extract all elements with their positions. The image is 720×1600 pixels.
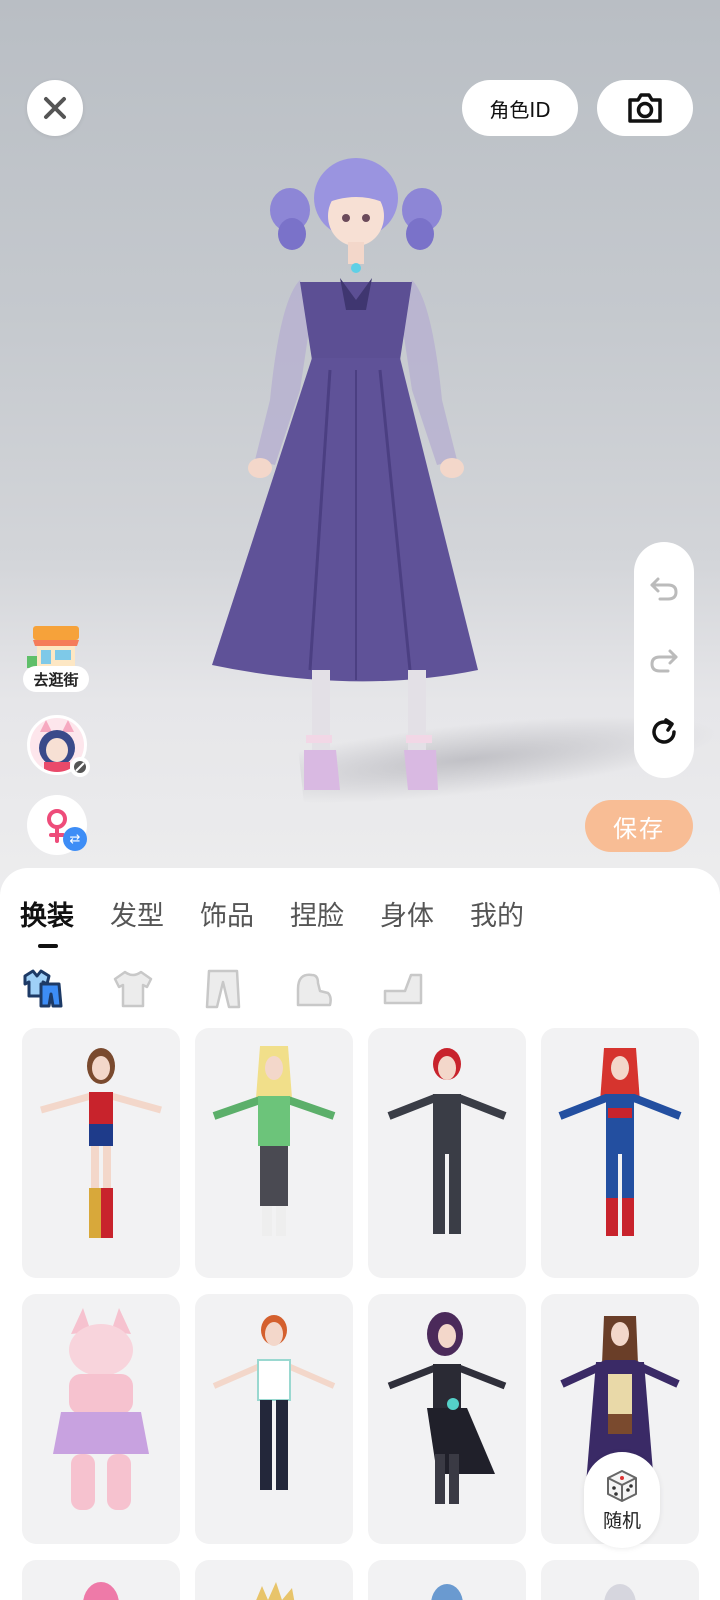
outfit-warrior-thumbnail (40, 1048, 162, 1238)
reset-icon (652, 718, 676, 744)
outfit-sport-thumbnail (212, 1315, 336, 1490)
category-tops[interactable] (110, 966, 156, 1012)
outfit-card[interactable] (195, 1560, 353, 1600)
undo-icon (650, 577, 678, 601)
tab-accessories-label: 饰品 (200, 901, 254, 932)
tab-hairstyle[interactable]: 发型 (110, 894, 164, 933)
tab-face-label: 捏脸 (290, 901, 344, 932)
redo-button[interactable] (644, 640, 684, 680)
shop-label: 去逛街 (23, 666, 89, 692)
main-tabs: 换装 发型 饰品 捏脸 身体 我的 (20, 894, 560, 948)
top-shirt-icon (113, 970, 153, 1008)
category-bottoms[interactable] (200, 966, 246, 1012)
reset-button[interactable] (644, 712, 684, 752)
tab-outfit[interactable]: 换装 (20, 894, 74, 948)
tab-mine-label: 我的 (470, 901, 524, 932)
random-button[interactable]: 随机 (584, 1452, 660, 1548)
outfit-card[interactable] (541, 1560, 699, 1600)
shop-icon (27, 626, 79, 668)
outfit-card[interactable] (22, 1294, 180, 1544)
edit-history-bar (634, 542, 694, 778)
outfit-card[interactable] (22, 1028, 180, 1278)
avatar-figure[interactable] (200, 150, 500, 830)
outfit-set-icon (23, 969, 63, 1008)
camera-icon (628, 93, 662, 123)
category-outfit-set[interactable] (20, 966, 66, 1012)
tab-mine[interactable]: 我的 (470, 894, 524, 933)
outfit-card[interactable] (368, 1560, 526, 1600)
tab-body-label: 身体 (380, 901, 434, 932)
pants-icon (205, 969, 241, 1009)
outfit-blonde-spiky-thumbnail (256, 1582, 295, 1600)
avatar-preview-scene[interactable]: 角色ID 保存 去逛街 ⇄ (0, 0, 720, 900)
random-label: 随机 (602, 1509, 641, 1532)
category-icons (20, 966, 470, 1012)
go-shopping-button[interactable]: 去逛街 (23, 622, 89, 694)
outfit-ninja-thumbnail (212, 1046, 336, 1236)
outfit-captain-thumbnail (558, 1048, 682, 1236)
role-id-button[interactable]: 角色ID (462, 80, 578, 136)
undo-button[interactable] (644, 568, 684, 608)
tab-body[interactable]: 身体 (380, 894, 434, 933)
outfit-blue-hair-thumbnail (431, 1584, 463, 1600)
outfit-card[interactable] (368, 1028, 526, 1278)
outfit-card[interactable] (368, 1294, 526, 1544)
socks-icon (296, 973, 332, 1007)
tab-hairstyle-label: 发型 (110, 901, 164, 932)
save-button[interactable]: 保存 (585, 800, 693, 852)
outfit-cat-costume-thumbnail (53, 1308, 149, 1510)
dice-icon (607, 1469, 637, 1502)
tab-face[interactable]: 捏脸 (290, 894, 344, 933)
shoes-icon (383, 973, 423, 1005)
redo-icon (650, 649, 678, 673)
save-label: 保存 (613, 814, 665, 843)
outfit-card[interactable] (195, 1028, 353, 1278)
outfit-silver-hair-thumbnail (604, 1584, 636, 1600)
tab-outfit-label: 换装 (20, 901, 74, 932)
swap-icon: ⇄ (63, 827, 87, 851)
outfit-spy-thumbnail (387, 1048, 507, 1234)
slash-eye-icon (74, 761, 86, 773)
role-id-label: 角色ID (489, 97, 551, 122)
close-button[interactable] (27, 80, 83, 136)
outfit-gothic-thumbnail (387, 1312, 507, 1504)
category-socks[interactable] (290, 966, 336, 1012)
outfit-pink-hair-thumbnail (83, 1582, 119, 1600)
close-icon (44, 97, 66, 119)
hidden-badge (70, 757, 90, 777)
outfit-card[interactable] (195, 1294, 353, 1544)
category-shoes[interactable] (380, 966, 426, 1012)
gender-switch-button[interactable]: ⇄ (27, 795, 87, 855)
camera-button[interactable] (597, 80, 693, 136)
active-tab-indicator (38, 944, 58, 948)
outfit-card[interactable] (541, 1028, 699, 1278)
tab-accessories[interactable]: 饰品 (200, 894, 254, 933)
outfit-card[interactable] (22, 1560, 180, 1600)
